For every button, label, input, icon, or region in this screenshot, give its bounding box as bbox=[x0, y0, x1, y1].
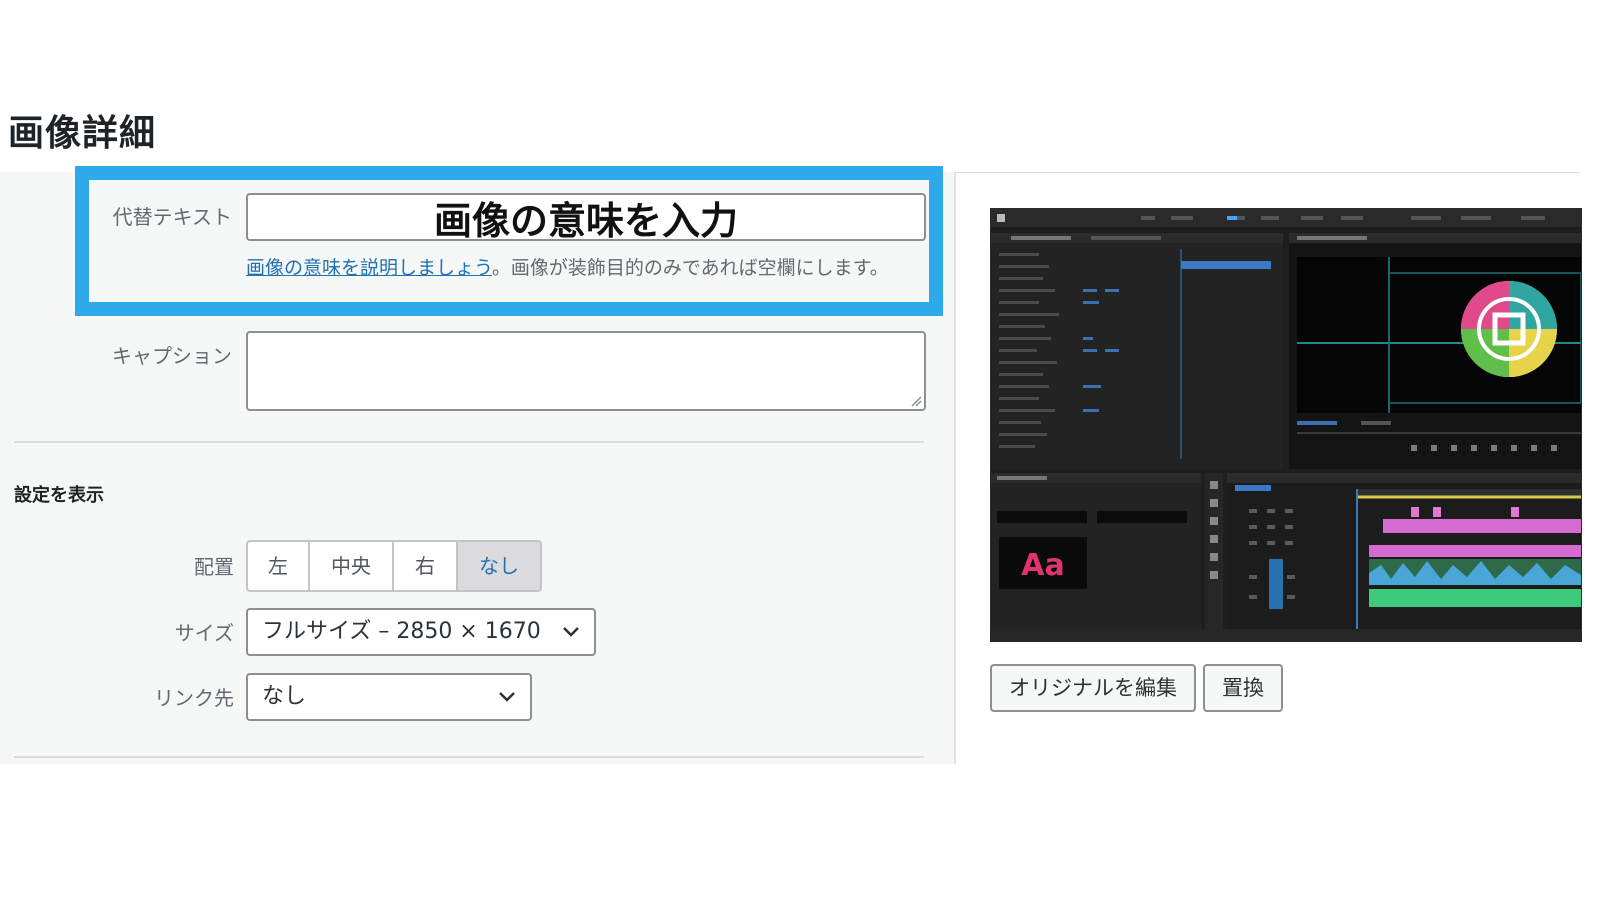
alt-text-help: 画像の意味を説明しましょう。画像が装飾目的のみであれば空欄にします。 bbox=[246, 252, 916, 284]
link-to-select-value: なし bbox=[262, 684, 307, 709]
link-to-select[interactable]: なし bbox=[246, 673, 532, 721]
video-editor-screenshot-image: Aa bbox=[991, 209, 1581, 641]
chevron-down-icon bbox=[563, 627, 579, 637]
align-right-button[interactable]: 右 bbox=[394, 542, 458, 590]
edit-original-button[interactable]: オリジナルを編集 bbox=[990, 664, 1196, 712]
display-settings-title: 設定を表示 bbox=[14, 485, 104, 506]
align-left-button[interactable]: 左 bbox=[248, 542, 310, 590]
caption-label: キャプション bbox=[112, 344, 232, 368]
size-select[interactable]: フルサイズ – 2850 × 1670 bbox=[246, 608, 596, 656]
size-select-value: フルサイズ – 2850 × 1670 bbox=[262, 619, 541, 644]
section-divider bbox=[14, 441, 924, 443]
alt-text-help-link[interactable]: 画像の意味を説明しましょう bbox=[246, 257, 492, 279]
image-preview: Aa bbox=[990, 208, 1582, 642]
alignment-label: 配置 bbox=[194, 555, 234, 579]
alt-text-input[interactable] bbox=[246, 193, 926, 241]
alt-text-highlight bbox=[75, 166, 943, 316]
align-center-button[interactable]: 中央 bbox=[310, 542, 394, 590]
text-thumbnail-label: Aa bbox=[1021, 548, 1064, 583]
chevron-down-icon bbox=[499, 692, 515, 702]
alt-text-help-text: 。画像が装飾目的のみであれば空欄にします。 bbox=[491, 257, 889, 279]
section-divider-bottom bbox=[14, 756, 924, 758]
caption-textarea[interactable] bbox=[246, 331, 926, 411]
replace-button[interactable]: 置換 bbox=[1203, 664, 1283, 712]
link-to-label: リンク先 bbox=[154, 686, 234, 710]
alignment-button-group: 左 中央 右 なし bbox=[246, 540, 542, 592]
alt-text-label: 代替テキスト bbox=[112, 205, 232, 229]
size-label: サイズ bbox=[174, 621, 234, 645]
resize-handle-icon[interactable] bbox=[910, 395, 922, 407]
align-none-button[interactable]: なし bbox=[458, 542, 540, 590]
header-divider bbox=[956, 172, 1580, 173]
page-title: 画像詳細 bbox=[8, 113, 157, 154]
